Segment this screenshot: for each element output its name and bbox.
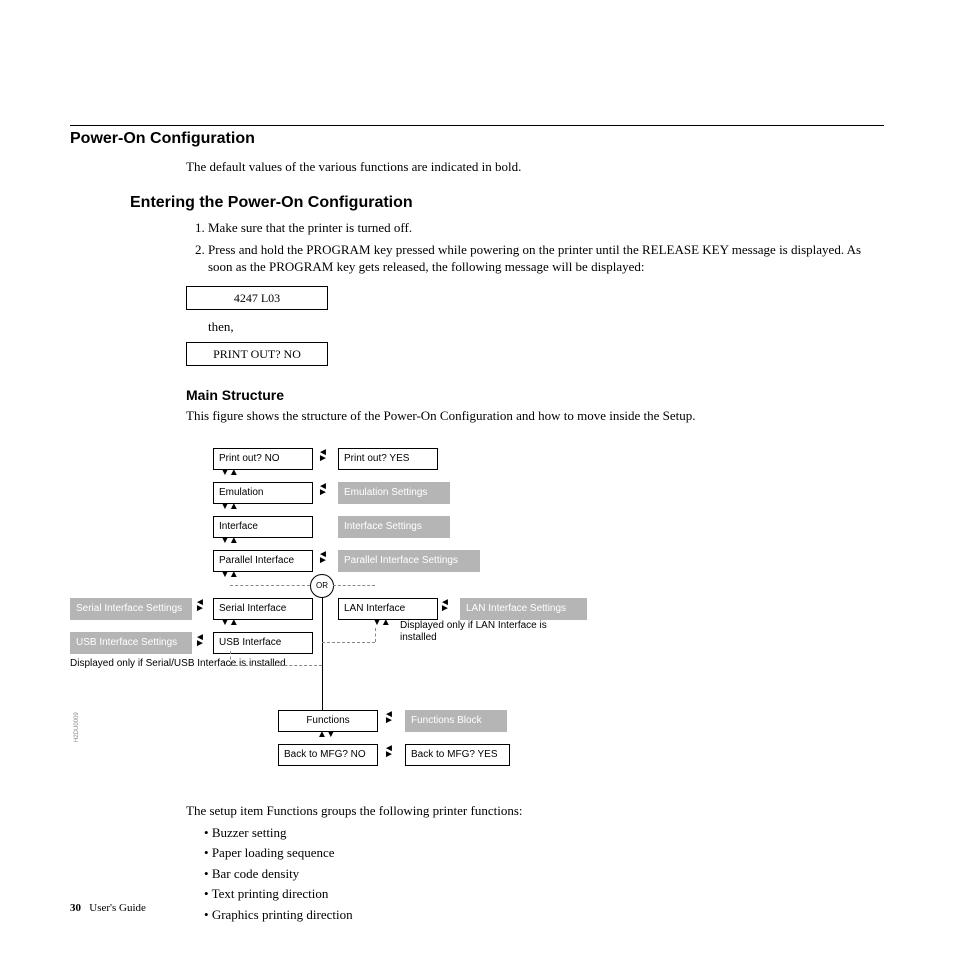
note-lan: Displayed only if LAN Interface is insta… bbox=[400, 620, 580, 644]
nav-arrows-icon: ◄► bbox=[318, 484, 328, 496]
main-structure-heading: Main Structure bbox=[186, 386, 884, 405]
box-parallel-settings: Parallel Interface Settings bbox=[338, 550, 480, 572]
box-back-mfg-no: Back to MFG? NO bbox=[278, 744, 378, 766]
section-heading: Power-On Configuration bbox=[70, 130, 884, 148]
structure-diagram: H2DU0009 Print out? NO ▼▲ Emulation ▼▲ I… bbox=[70, 442, 670, 792]
then-text: then, bbox=[208, 318, 884, 336]
nav-arrows-icon: ◄► bbox=[195, 600, 205, 612]
box-back-mfg-yes: Back to MFG? YES bbox=[405, 744, 510, 766]
func-item: Buzzer setting bbox=[204, 824, 884, 842]
lcd-display-2: PRINT OUT? NO bbox=[186, 342, 328, 366]
nav-arrows-icon: ◄► bbox=[195, 635, 205, 647]
or-node: OR bbox=[310, 574, 334, 598]
nav-arrows-icon: ◄► bbox=[318, 450, 328, 462]
note-serial-usb: Displayed only if Serial/USB Interface i… bbox=[70, 658, 290, 670]
nav-arrows-icon: ◄► bbox=[318, 552, 328, 564]
func-item: Text printing direction bbox=[204, 885, 884, 903]
box-lan-settings: LAN Interface Settings bbox=[460, 598, 587, 620]
nav-arrows-icon: ◄► bbox=[384, 746, 394, 758]
functions-intro: The setup item Functions groups the foll… bbox=[186, 802, 884, 820]
func-item: Graphics printing direction bbox=[204, 906, 884, 924]
page-number: 30 bbox=[70, 902, 81, 914]
main-structure-intro: This figure shows the structure of the P… bbox=[186, 407, 884, 425]
step-1: Make sure that the printer is turned off… bbox=[208, 219, 884, 237]
intro-text: The default values of the various functi… bbox=[186, 158, 884, 176]
nav-arrows-icon: ▼▲ bbox=[220, 616, 238, 630]
diagram-code: H2DU0009 bbox=[73, 712, 81, 742]
box-printout-yes: Print out? YES bbox=[338, 448, 438, 470]
nav-arrows-icon: ◄► bbox=[384, 712, 394, 724]
nav-arrows-icon: ▼▲ bbox=[220, 466, 238, 480]
box-functions-block: Functions Block bbox=[405, 710, 507, 732]
func-item: Paper loading sequence bbox=[204, 844, 884, 862]
lcd-display-1: 4247 L03 bbox=[186, 286, 328, 310]
func-item: Bar code density bbox=[204, 865, 884, 883]
nav-arrows-icon: ▼▲ bbox=[220, 534, 238, 548]
step-2: Press and hold the PROGRAM key pressed w… bbox=[208, 241, 884, 276]
box-interface-settings: Interface Settings bbox=[338, 516, 450, 538]
page-footer: 30 User's Guide bbox=[70, 902, 146, 914]
nav-arrows-icon: ▲▼ bbox=[317, 728, 335, 742]
subsection-heading: Entering the Power-On Configuration bbox=[130, 192, 884, 214]
box-usb-if: USB Interface bbox=[213, 632, 313, 654]
nav-arrows-icon: ▼▲ bbox=[220, 500, 238, 514]
box-emulation-settings: Emulation Settings bbox=[338, 482, 450, 504]
doc-title: User's Guide bbox=[89, 902, 146, 914]
nav-arrows-icon: ▼▲ bbox=[220, 568, 238, 582]
box-serial-settings: Serial Interface Settings bbox=[70, 598, 192, 620]
box-usb-settings: USB Interface Settings bbox=[70, 632, 192, 654]
nav-arrows-icon: ◄► bbox=[440, 600, 450, 612]
